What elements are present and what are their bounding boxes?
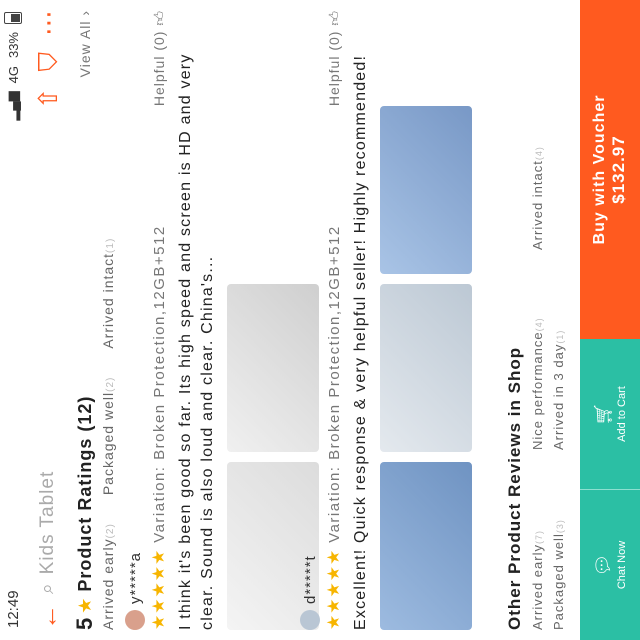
search-icon: ⌕ — [37, 582, 58, 594]
review-text: Excellent! Quick response & very helpful… — [352, 54, 369, 630]
divider — [580, 489, 640, 490]
review-stars: ★★★★★ — [324, 548, 343, 630]
search-query: Kids Tablet — [37, 470, 58, 575]
review-username: d*****t — [301, 555, 319, 604]
shop-tag[interactable]: Packaged well(3) — [551, 450, 566, 630]
avatar — [300, 610, 320, 630]
price-label: $132.97 — [609, 135, 628, 204]
shop-tag[interactable]: Nice performance(4) — [530, 250, 545, 450]
chat-now-button[interactable]: 💬︎ Chat Now — [580, 490, 640, 640]
view-all-link[interactable]: View All › — [77, 10, 93, 77]
helpful-button[interactable]: Helpful (0) 👍︎ — [151, 10, 168, 106]
cart-plus-icon: 🛒︎ — [592, 402, 613, 426]
shop-tags: Arrived early(7) Nice performance(4) Arr… — [530, 90, 566, 630]
thumbs-up-icon: 👍︎ — [150, 10, 167, 26]
review-item: y*****a ★★★★★ Variation: Broken Protecti… — [125, 10, 319, 630]
share-icon[interactable]: ⇧ — [33, 88, 63, 110]
thumbs-up-icon: 👍︎ — [325, 10, 342, 26]
chevron-right-icon: › — [77, 10, 93, 16]
review-stars: ★★★★★ — [149, 548, 168, 630]
ratings-title: Product Ratings (12) — [74, 395, 95, 592]
more-icon[interactable]: ⋯ — [33, 10, 63, 36]
review-variation: Variation: Broken Protection,12GB+512 — [150, 225, 168, 543]
battery-icon — [4, 12, 22, 24]
signal-icon: ▂▄▆ — [5, 91, 20, 121]
review-photo[interactable] — [380, 284, 472, 452]
rating-tags: Arrived early(2) Packaged well(2) Arrive… — [100, 10, 116, 630]
review-variation: Variation: Broken Protection,12GB+512 — [325, 225, 343, 543]
review-username: y*****a — [126, 551, 144, 604]
rating-tag[interactable]: Packaged well(2) — [100, 377, 116, 496]
review-item: d*****t ★★★★★ Variation: Broken Protecti… — [300, 10, 472, 630]
shop-tag[interactable]: Arrived early(7) — [530, 450, 545, 630]
ratings-header: 5 ★ Product Ratings (12) View All › — [72, 0, 98, 640]
buy-with-voucher-button[interactable]: Buy with Voucher $132.97 — [580, 0, 640, 339]
status-bar: 12:49 ▂▄▆ 4G 33% — [0, 0, 26, 640]
avatar — [125, 610, 145, 630]
add-to-cart-label: Add to Cart — [615, 386, 628, 442]
network-type: 4G — [5, 66, 21, 84]
bottom-action-bar: 💬︎ Chat Now 🛒︎ Add to Cart Buy with Vouc… — [580, 0, 640, 640]
app-frame: 12:49 ▂▄▆ 4G 33% ← ⌕ Kids Tablet ⇧ ⛉ ⋯ 5… — [0, 0, 640, 640]
rating-tag[interactable]: Arrived intact(1) — [100, 238, 116, 349]
cart-icon[interactable]: ⛉ — [33, 52, 63, 72]
shop-reviews-title: Other Product Reviews in Shop — [505, 346, 524, 630]
top-bar: ← ⌕ Kids Tablet ⇧ ⛉ ⋯ — [28, 0, 68, 640]
review-text: I think it's been good so far. Its high … — [177, 53, 216, 630]
rating-score: 5 — [72, 617, 97, 630]
helpful-button[interactable]: Helpful (0) 👍︎ — [326, 10, 343, 106]
shop-tag[interactable]: Arrived in 3 day(1) — [551, 250, 566, 450]
shop-tag[interactable]: Arrived intact(4) — [530, 90, 545, 250]
review-photo[interactable] — [380, 462, 472, 630]
star-icon: ★ — [74, 597, 95, 614]
add-to-cart-button[interactable]: 🛒︎ Add to Cart — [580, 339, 640, 489]
review-photo[interactable] — [380, 106, 472, 274]
status-time: 12:49 — [4, 590, 22, 628]
rating-tag[interactable]: Arrived early(2) — [100, 523, 116, 630]
buy-label: Buy with Voucher — [591, 94, 608, 245]
chat-now-label: Chat Now — [615, 540, 628, 590]
search-box[interactable]: ⌕ Kids Tablet — [37, 119, 59, 594]
chat-icon: 💬︎ — [592, 553, 613, 577]
battery-percent: 33% — [5, 32, 21, 59]
back-arrow-icon[interactable]: ← — [33, 604, 63, 630]
